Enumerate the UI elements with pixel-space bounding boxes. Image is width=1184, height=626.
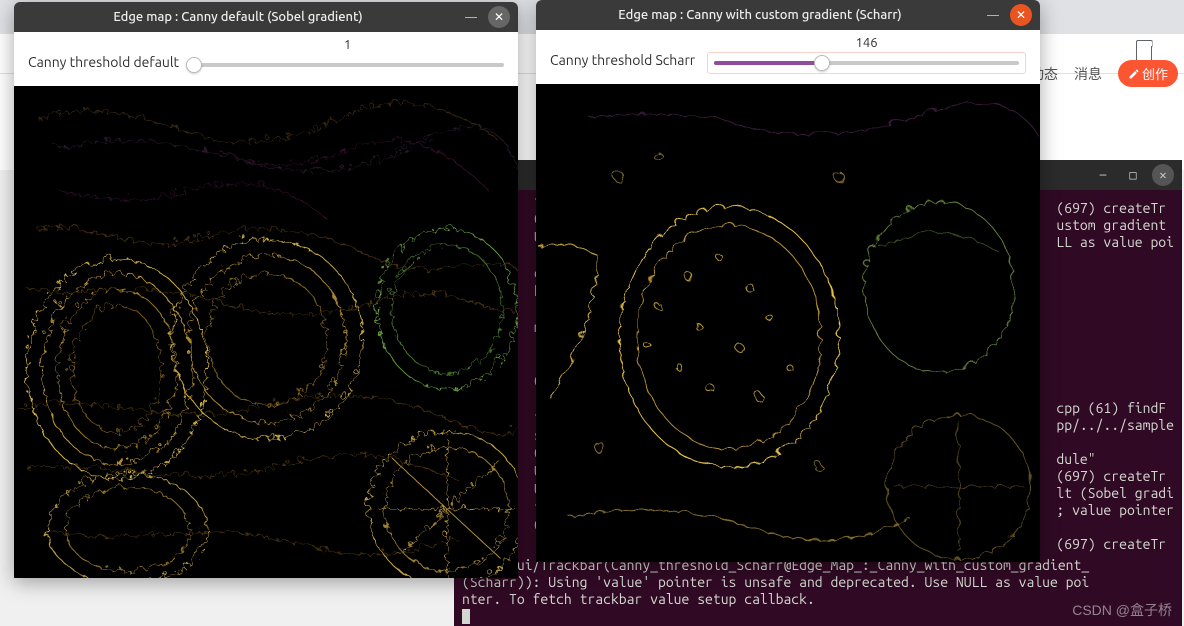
- terminal-close-button[interactable]: ✕: [1152, 164, 1174, 186]
- terminal-text-upper: (697) createTr ustom gradient LL as valu…: [1056, 200, 1174, 251]
- edge-image-sobel: [14, 86, 518, 578]
- trackbar-scharr: Canny threshold Scharr 146: [536, 30, 1040, 84]
- terminal-cursor: [462, 609, 470, 624]
- titlebar-scharr[interactable]: Edge map : Canny with custom gradient (S…: [536, 0, 1040, 30]
- slider-thumb-scharr[interactable]: [814, 55, 830, 71]
- terminal-minimize-button[interactable]: —: [1092, 164, 1114, 186]
- close-button-scharr[interactable]: ✕: [1010, 4, 1032, 26]
- create-button-label: 创作: [1142, 64, 1168, 83]
- csdn-nav: 动态 消息 创作: [1030, 60, 1178, 87]
- window-title-sobel: Edge map : Canny default (Sobel gradient…: [22, 10, 454, 24]
- titlebar-sobel[interactable]: Edge map : Canny default (Sobel gradient…: [14, 2, 518, 32]
- pencil-icon: [1128, 68, 1140, 80]
- edge-image-scharr: [536, 84, 1040, 562]
- window-title-scharr: Edge map : Canny with custom gradient (S…: [544, 8, 976, 22]
- csdn-watermark: CSDN @盒子桥: [1072, 600, 1172, 620]
- create-button[interactable]: 创作: [1118, 60, 1178, 87]
- trackbar-value-scharr: 146: [707, 36, 1026, 50]
- trackbar-value-sobel: 1: [191, 38, 504, 52]
- slider-sobel[interactable]: [191, 54, 504, 76]
- slider-scharr[interactable]: [707, 52, 1026, 74]
- minimize-button-scharr[interactable]: —: [982, 4, 1004, 26]
- terminal-maximize-button[interactable]: □: [1122, 164, 1144, 186]
- close-button-sobel[interactable]: ✕: [488, 6, 510, 28]
- slider-thumb-sobel[interactable]: [186, 57, 202, 73]
- window-canny-scharr: Edge map : Canny with custom gradient (S…: [536, 0, 1040, 562]
- terminal-text-mid: cpp (61) findF pp/../../sample dule" (69…: [1056, 400, 1174, 553]
- minimize-button-sobel[interactable]: —: [460, 6, 482, 28]
- nav-item-messages[interactable]: 消息: [1074, 64, 1102, 84]
- trackbar-label-scharr: Canny threshold Scharr: [550, 52, 707, 74]
- trackbar-sobel: Canny threshold default 1: [14, 32, 518, 86]
- window-canny-sobel: Edge map : Canny default (Sobel gradient…: [14, 2, 518, 578]
- trackbar-label-sobel: Canny threshold default: [28, 54, 191, 76]
- terminal-text-bottom: ackbar_ui/Trackbar(Canny_threshold_Schar…: [462, 557, 1174, 608]
